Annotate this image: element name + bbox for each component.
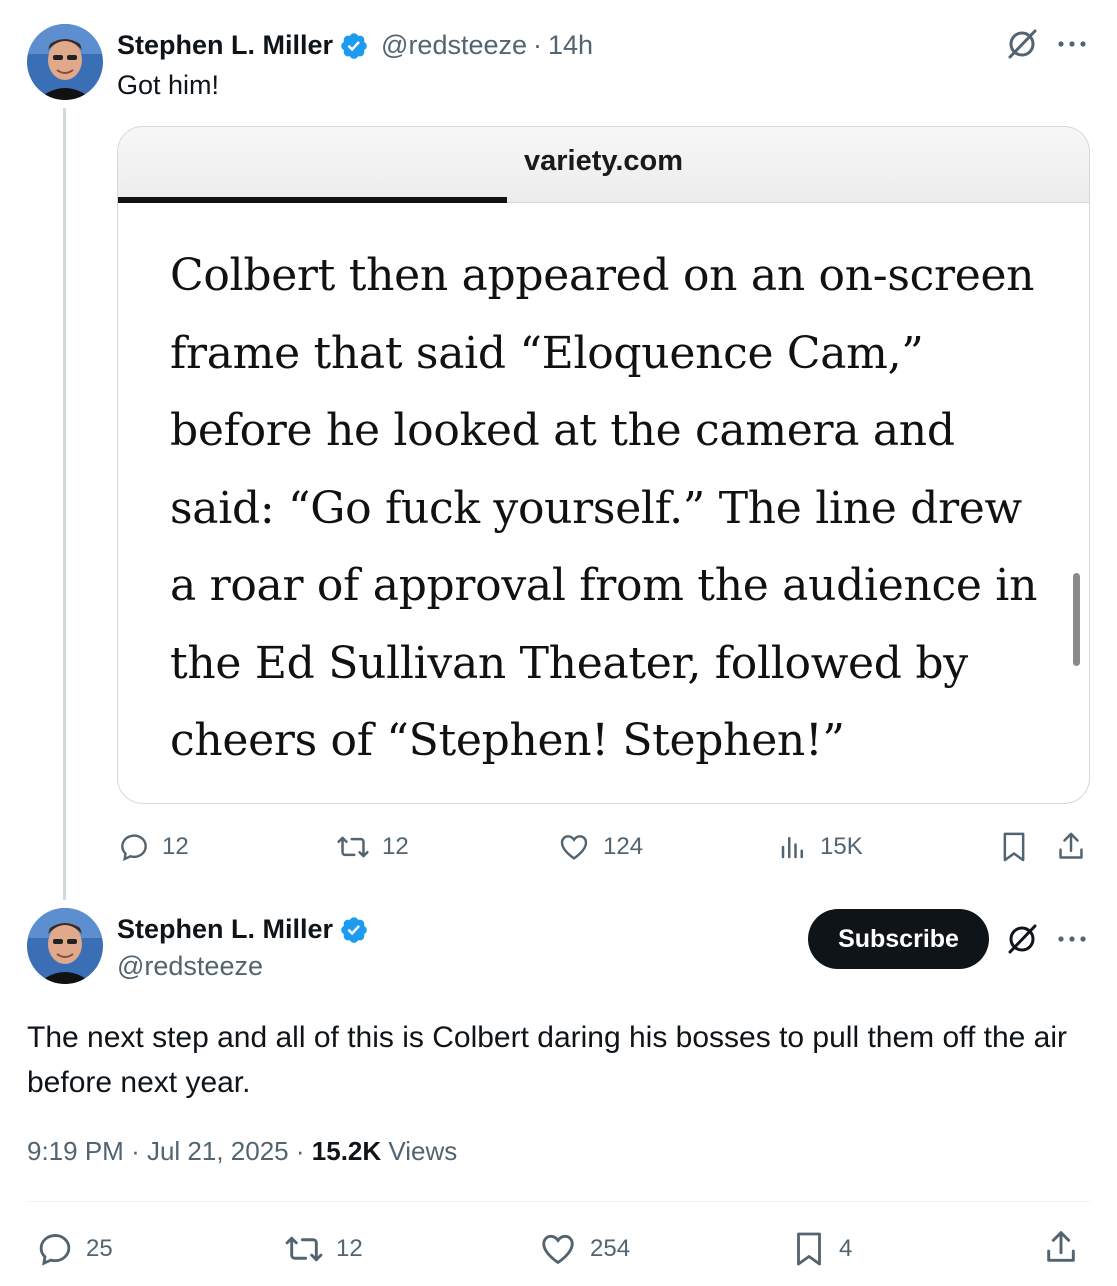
- reply-button[interactable]: 12: [118, 831, 189, 863]
- card-article-text: Colbert then appeared on an on-screen fr…: [170, 250, 1038, 766]
- repost-icon: [336, 831, 370, 863]
- views-icon: [778, 831, 808, 863]
- author-name[interactable]: Stephen L. Miller: [117, 30, 333, 61]
- bookmark-button[interactable]: 4: [791, 1229, 852, 1269]
- author-handle[interactable]: @redsteeze: [381, 30, 527, 61]
- bookmark-count: 4: [839, 1235, 853, 1262]
- bookmark-icon: [791, 1229, 827, 1269]
- thread-line: [63, 108, 66, 900]
- reply-icon: [118, 831, 150, 863]
- repost-count: 12: [382, 833, 409, 860]
- card-progress-bar: [118, 197, 507, 203]
- share-icon[interactable]: [1042, 1228, 1080, 1273]
- like-icon: [557, 831, 591, 863]
- card-domain: variety.com: [523, 145, 684, 177]
- tweet-text: The next step and all of this is Colbert…: [27, 1021, 1068, 1099]
- like-button[interactable]: 124: [557, 831, 643, 863]
- reply-button[interactable]: 25: [36, 1230, 113, 1268]
- views-label: Views: [388, 1136, 458, 1166]
- subscribe-button[interactable]: Subscribe: [808, 909, 989, 969]
- reply-count: 12: [162, 833, 189, 860]
- verified-badge-icon: [339, 915, 369, 945]
- grok-icon[interactable]: [1004, 26, 1040, 67]
- like-button[interactable]: 254: [538, 1230, 630, 1268]
- views-count: 15.2K: [311, 1136, 382, 1166]
- more-icon[interactable]: [1056, 30, 1088, 63]
- tweet-time[interactable]: 9:19 PM: [27, 1136, 124, 1166]
- tweet-date[interactable]: Jul 21, 2025: [147, 1136, 289, 1166]
- reply-count: 25: [86, 1235, 113, 1262]
- separator: ·: [533, 30, 543, 60]
- repost-count: 12: [336, 1235, 363, 1262]
- views-count: 15K: [820, 833, 863, 860]
- avatar[interactable]: [27, 908, 103, 984]
- repost-button[interactable]: 12: [284, 1230, 363, 1268]
- repost-button[interactable]: 12: [336, 831, 409, 863]
- quoted-article-card[interactable]: variety.com Colbert then appeared on an …: [117, 126, 1090, 804]
- divider: [27, 1201, 1090, 1202]
- author-handle[interactable]: @redsteeze: [117, 951, 263, 982]
- views-button[interactable]: 15K: [778, 831, 863, 863]
- avatar[interactable]: [27, 24, 103, 100]
- like-count: 254: [590, 1235, 631, 1262]
- separator: ·: [131, 1136, 140, 1166]
- share-icon[interactable]: [1055, 830, 1087, 869]
- repost-icon: [284, 1230, 324, 1268]
- verified-badge-icon: [339, 31, 369, 61]
- more-icon[interactable]: [1056, 925, 1088, 958]
- card-scrollbar[interactable]: [1073, 573, 1080, 666]
- like-icon: [538, 1230, 578, 1268]
- bookmark-icon[interactable]: [998, 830, 1030, 869]
- tweet-text: Got him!: [117, 70, 220, 100]
- reply-icon: [36, 1230, 74, 1268]
- author-name[interactable]: Stephen L. Miller: [117, 914, 333, 945]
- like-count: 124: [603, 833, 644, 860]
- card-header: variety.com: [118, 127, 1089, 203]
- separator: ·: [295, 1136, 305, 1166]
- tweet-meta: 9:19 PM · Jul 21, 2025 · 15.2K Views: [27, 1136, 457, 1167]
- grok-icon[interactable]: [1004, 921, 1040, 962]
- tweet-time[interactable]: 14h: [548, 30, 593, 61]
